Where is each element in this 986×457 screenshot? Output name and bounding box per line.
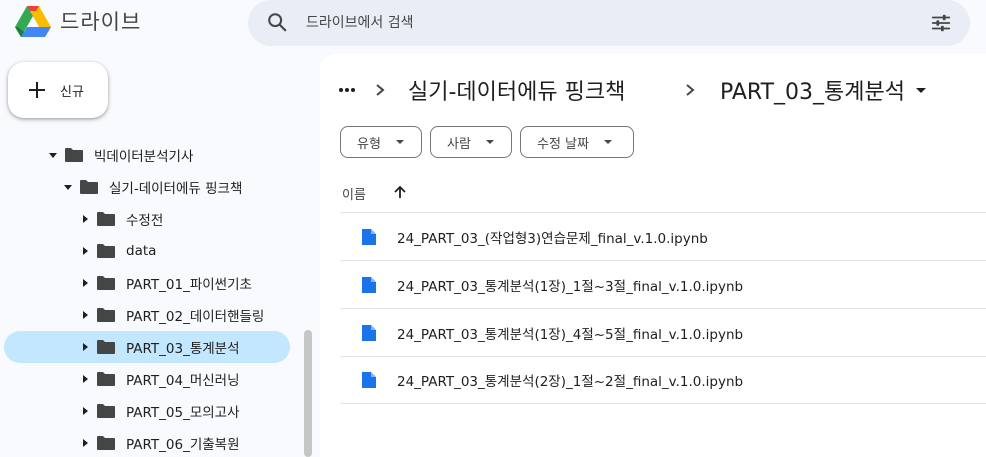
column-header-name[interactable]: 이름 [342, 184, 366, 203]
folder-icon [97, 404, 115, 418]
file-row[interactable]: 24_PART_03_(작업형3)연습문제_final_v.1.0.ipynb [340, 212, 986, 260]
filter-people-label: 사람 [447, 136, 471, 152]
file-icon [362, 324, 376, 341]
tree-item-data[interactable]: data [78, 235, 156, 267]
filter-modified-chip[interactable]: 수정 날짜 [520, 126, 634, 158]
tree-item-pinkbook[interactable]: 실기-데이터에듀 핑크책 [61, 171, 242, 203]
folder-icon [80, 180, 98, 194]
filter-type-chip[interactable]: 유형 [340, 126, 422, 158]
folder-icon [65, 148, 83, 162]
filter-type-label: 유형 [357, 136, 381, 152]
tree-item-label: PART_01_파이썬기초 [126, 277, 252, 293]
caret-right-icon[interactable] [78, 212, 92, 226]
sidebar-scrollbar[interactable] [304, 330, 312, 457]
file-icon [362, 276, 376, 293]
file-list: 24_PART_03_(작업형3)연습문제_final_v.1.0.ipynb … [340, 212, 986, 404]
caret-right-icon[interactable] [78, 404, 92, 418]
folder-icon [97, 212, 115, 226]
tree-item-part05[interactable]: PART_05_모의고사 [78, 395, 240, 427]
caret-down-icon[interactable] [46, 148, 60, 162]
file-icon [362, 228, 376, 245]
caret-down-icon [603, 140, 612, 144]
tree-item-part02[interactable]: PART_02_데이터핸들링 [78, 299, 264, 331]
main-panel: 실기-데이터에듀 핑크책 PART_03_통계분석 유형 사람 수정 날짜 이름 [320, 54, 986, 457]
folder-icon [97, 244, 115, 258]
tree-item-part03[interactable]: PART_03_통계분석 [4, 331, 290, 363]
tree-item-label: 실기-데이터에듀 핑크책 [109, 181, 243, 197]
caret-down-icon[interactable] [61, 180, 75, 194]
caret-right-icon[interactable] [78, 372, 92, 386]
tree-item-label: data [126, 243, 157, 259]
new-button[interactable]: 신규 [8, 62, 108, 118]
breadcrumb-item-pinkbook[interactable]: 실기-데이터에듀 핑크책 [408, 74, 625, 106]
folder-icon [97, 308, 115, 322]
file-name: 24_PART_03_통계분석(1장)_4절~5절_final_v.1.0.ip… [397, 326, 744, 343]
file-icon [362, 372, 376, 388]
tree-item-part06[interactable]: PART_06_기출복원 [78, 427, 240, 457]
file-row[interactable]: 24_PART_03_통계분석(1장)_1절~3절_final_v.1.0.ip… [340, 260, 986, 308]
caret-down-icon [916, 88, 926, 93]
search-bar[interactable]: 드라이브에서 검색 [248, 0, 970, 46]
breadcrumb-current-folder[interactable]: PART_03_통계분석 [720, 74, 927, 106]
folder-icon [97, 372, 115, 386]
caret-down-icon [395, 140, 404, 144]
tree-item-label: PART_03_통계분석 [126, 341, 240, 357]
file-name: 24_PART_03_통계분석(1장)_1절~3절_final_v.1.0.ip… [397, 278, 744, 295]
tree-item-bigdata[interactable]: 빅데이터분석기사 [46, 139, 193, 171]
file-row[interactable]: 24_PART_03_통계분석(1장)_4절~5절_final_v.1.0.ip… [340, 308, 986, 356]
caret-right-icon[interactable] [78, 340, 92, 354]
caret-right-icon[interactable] [78, 276, 92, 290]
chevron-right-icon [374, 74, 386, 106]
tree-item-label: PART_06_기출복원 [126, 437, 240, 453]
folder-icon [97, 436, 115, 450]
tree-item-label: 빅데이터분석기사 [94, 149, 194, 165]
folder-icon [97, 276, 115, 290]
more-horiz-icon [339, 88, 355, 92]
search-input[interactable]: 드라이브에서 검색 [306, 12, 414, 32]
caret-down-icon [485, 140, 494, 144]
caret-right-icon[interactable] [78, 308, 92, 322]
tree-item-part04[interactable]: PART_04_머신러닝 [78, 363, 240, 395]
chevron-right-icon [684, 74, 696, 106]
file-row[interactable]: 24_PART_03_통계분석(2장)_1절~2절_final_v.1.0.ip… [340, 356, 986, 404]
sort-ascending-icon[interactable] [392, 184, 408, 200]
folder-icon [97, 340, 115, 354]
drive-app: 드라이브 드라이브에서 검색 빅데이터분석기사 실기-데이터에듀 핑크책 수정전… [0, 0, 986, 457]
tree-item-label: PART_04_머신러닝 [126, 373, 240, 389]
tree-item-revisions[interactable]: 수정전 [78, 203, 163, 235]
breadcrumb-more-button[interactable] [338, 74, 358, 106]
tree-item-label: PART_05_모의고사 [126, 405, 240, 421]
caret-right-icon[interactable] [78, 436, 92, 450]
file-name: 24_PART_03_(작업형3)연습문제_final_v.1.0.ipynb [397, 230, 708, 247]
caret-right-icon[interactable] [78, 244, 92, 258]
plus-icon [29, 82, 45, 98]
tree-item-part01[interactable]: PART_01_파이썬기초 [78, 267, 252, 299]
breadcrumb-item-current: PART_03_통계분석 [720, 80, 905, 105]
new-button-label: 신규 [60, 85, 84, 100]
search-options-icon[interactable] [930, 12, 952, 34]
tree-item-label: PART_02_데이터핸들링 [126, 309, 265, 325]
filter-people-chip[interactable]: 사람 [430, 126, 512, 158]
filter-modified-label: 수정 날짜 [537, 136, 589, 152]
tree-item-label: 수정전 [126, 213, 164, 229]
file-name: 24_PART_03_통계분석(2장)_1절~2절_final_v.1.0.ip… [397, 374, 744, 390]
